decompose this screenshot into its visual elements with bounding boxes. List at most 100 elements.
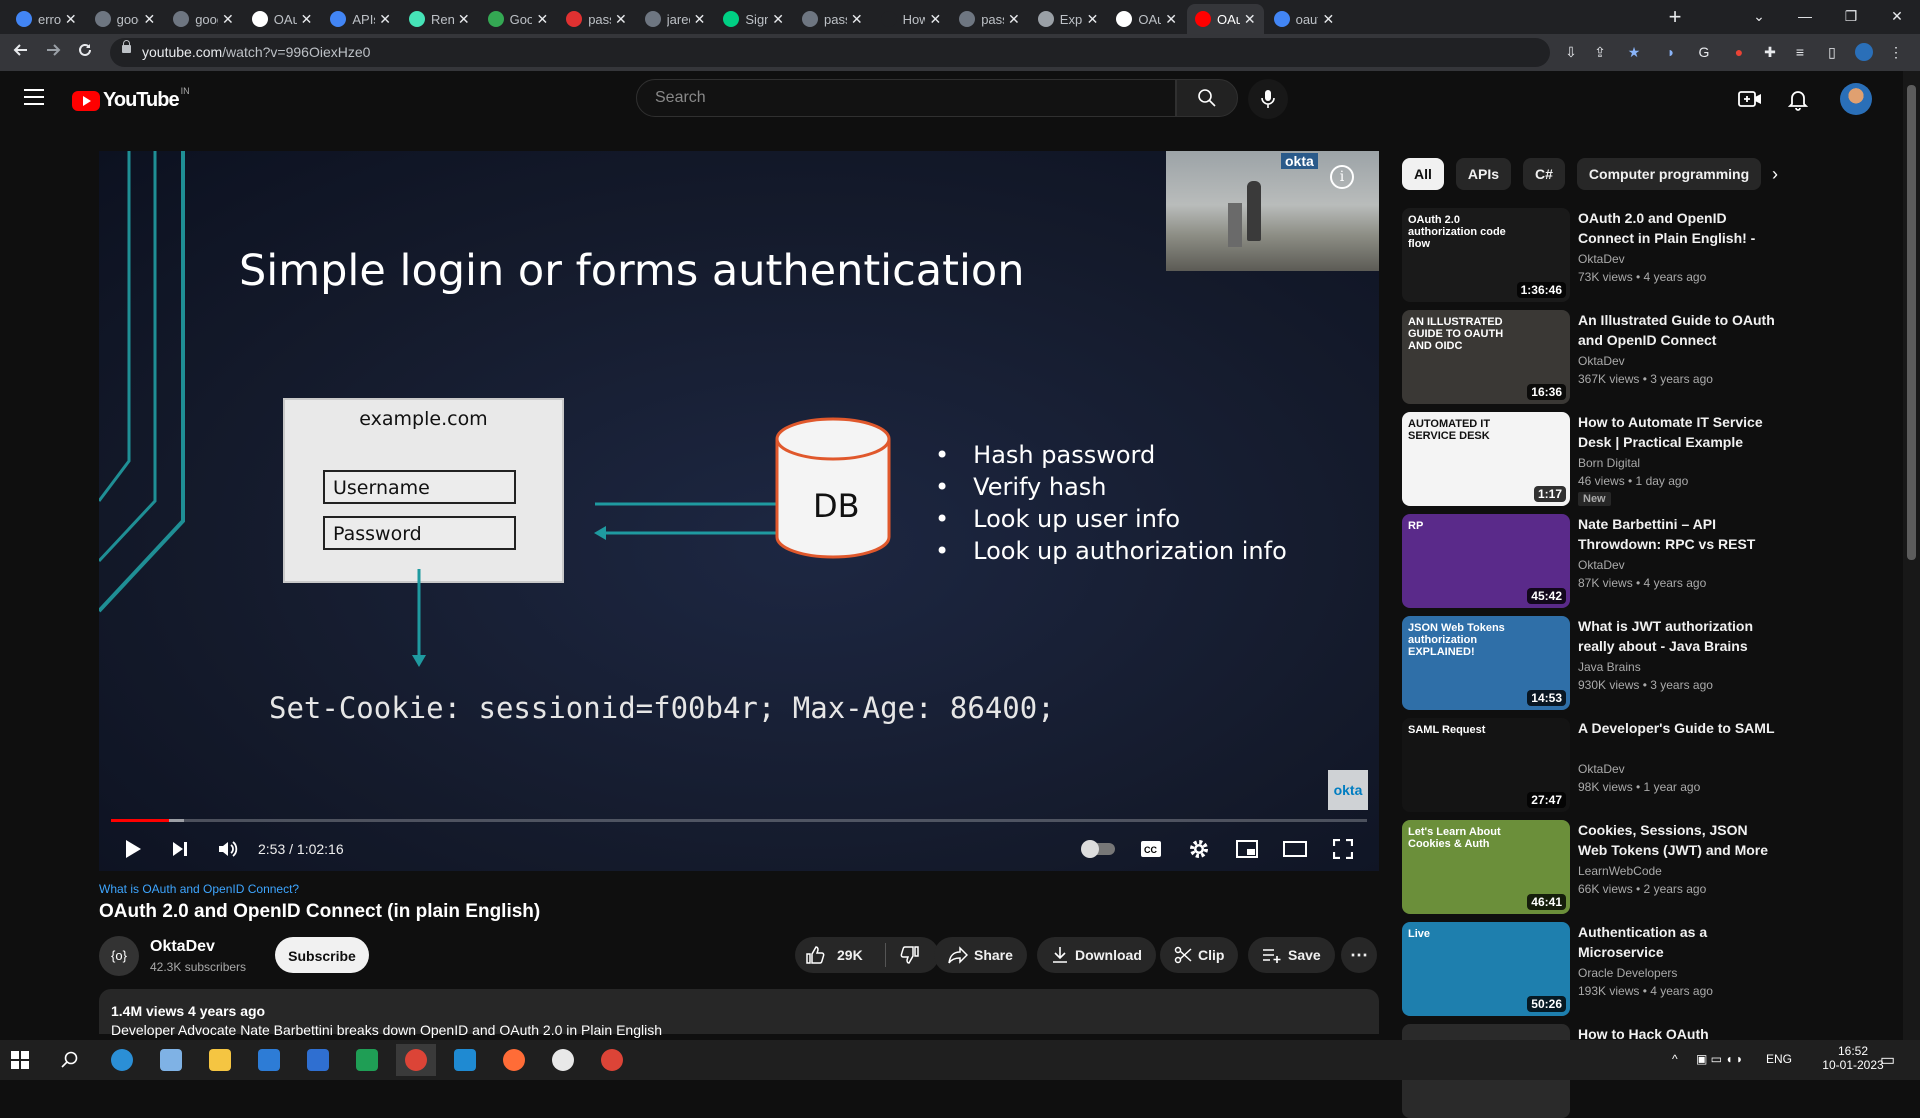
recommendation-item[interactable]: JSON Web Tokens authorization EXPLAINED!… [1402, 616, 1872, 710]
tab-close-icon[interactable]: ✕ [1087, 11, 1099, 28]
recommendation-channel[interactable]: OktaDev [1578, 762, 1625, 776]
next-button[interactable] [162, 831, 198, 867]
taskbar-app-postman[interactable] [494, 1044, 534, 1076]
tab-close-icon[interactable]: ✕ [65, 11, 77, 28]
tab-close-icon[interactable]: ✕ [301, 11, 313, 28]
grammarly-icon[interactable]: G [1695, 43, 1713, 61]
channel-name[interactable]: OktaDev [150, 938, 215, 956]
clock[interactable]: 16:52 10-01-2023 [1818, 1044, 1888, 1072]
install-icon[interactable]: ⇩ [1562, 43, 1580, 61]
extension-icon[interactable]: ◗ [1662, 43, 1680, 61]
video-thumbnail[interactable]: SAML Request 27:47 [1402, 718, 1570, 812]
tray-chevron-icon[interactable]: ^ [1672, 1052, 1678, 1066]
browser-tab[interactable]: OAuth✕ [1187, 4, 1264, 34]
settings-button[interactable] [1179, 831, 1219, 867]
language-indicator[interactable]: ENG [1766, 1052, 1792, 1066]
chip-computer-programming[interactable]: Computer programming [1576, 158, 1762, 190]
fullscreen-button[interactable] [1323, 831, 1363, 867]
browser-tab[interactable]: OAuth✕ [244, 4, 321, 34]
recommendation-item[interactable]: Let's Learn About Cookies & Auth 46:41 Coo… [1402, 820, 1872, 914]
browser-tab[interactable]: jaredh✕ [637, 4, 714, 34]
recommendation-item[interactable]: Live 50:26 Authentication as a Microservic… [1402, 922, 1872, 1016]
progress-bar[interactable] [111, 819, 1367, 822]
browser-tab[interactable]: oauth✕ [1266, 4, 1343, 34]
play-button[interactable] [115, 831, 151, 867]
taskbar-app-mongodb[interactable] [543, 1044, 583, 1076]
browser-tab[interactable]: APIs &✕ [322, 4, 399, 34]
chip-csharp[interactable]: C# [1523, 158, 1565, 190]
tab-close-icon[interactable]: ✕ [1322, 11, 1334, 28]
taskbar-app-vscode[interactable] [445, 1044, 485, 1076]
video-thumbnail[interactable]: AN ILLUSTRATED GUIDE TO OAUTH AND OIDC 16… [1402, 310, 1570, 404]
youtube-logo[interactable]: YouTube IN [72, 86, 190, 112]
voice-search-button[interactable] [1248, 79, 1288, 119]
media-icon[interactable]: ≡ [1791, 43, 1809, 61]
tab-close-icon[interactable]: ✕ [615, 11, 627, 28]
minimize-button[interactable]: — [1782, 0, 1828, 34]
browser-tab[interactable]: passp✕ [558, 4, 635, 34]
video-thumbnail[interactable]: AUTOMATED IT SERVICE DESK 1:17 [1402, 412, 1570, 506]
recommendation-item[interactable]: SAML Request 27:47 A Developer's Guide to … [1402, 718, 1872, 812]
close-window-button[interactable]: ✕ [1874, 0, 1920, 34]
tab-close-icon[interactable]: ✕ [851, 11, 863, 28]
download-button[interactable]: Download [1037, 937, 1156, 973]
forward-button[interactable] [40, 40, 66, 66]
tab-close-icon[interactable]: ✕ [772, 11, 784, 28]
info-icon[interactable]: i [1330, 165, 1354, 189]
tab-close-icon[interactable]: ✕ [1244, 11, 1256, 28]
video-thumbnail[interactable]: Live 50:26 [1402, 922, 1570, 1016]
video-thumbnail[interactable]: Let's Learn About Cookies & Auth 46:41 [1402, 820, 1570, 914]
chevron-right-icon[interactable]: › [1772, 164, 1778, 185]
taskbar-app-notepad[interactable] [151, 1044, 191, 1076]
share-icon[interactable]: ⇪ [1591, 43, 1609, 61]
miniplayer-button[interactable] [1227, 831, 1267, 867]
recommendation-item[interactable]: OAuth 2.0 authorization code flow 1:36:46… [1402, 208, 1872, 302]
browser-tab[interactable]: passp✕ [794, 4, 871, 34]
recommendation-channel[interactable]: OktaDev [1578, 252, 1625, 266]
recommendation-item[interactable]: RP 45:42 Nate Barbettini – API Throwdown: … [1402, 514, 1872, 608]
start-button[interactable] [0, 1044, 40, 1076]
more-actions-button[interactable]: ⋯ [1341, 937, 1377, 973]
restore-button[interactable]: ❐ [1828, 0, 1874, 34]
browser-tab[interactable]: error i✕ [8, 4, 85, 34]
address-bar[interactable]: youtube.com/watch?v=996OiexHze0 [110, 38, 1550, 67]
share-button[interactable]: Share [934, 937, 1027, 973]
taskbar-app-chrome[interactable] [396, 1044, 436, 1076]
new-tab-button[interactable]: + [1661, 4, 1689, 32]
taskbar-app-edge[interactable] [102, 1044, 142, 1076]
taskbar-app-mail[interactable] [298, 1044, 338, 1076]
recommendation-channel[interactable]: LearnWebCode [1578, 864, 1662, 878]
hamburger-menu-icon[interactable] [24, 89, 44, 105]
puzzle-icon[interactable]: ✚ [1761, 43, 1779, 61]
clip-button[interactable]: Clip [1160, 937, 1239, 973]
search-input[interactable] [653, 88, 1157, 108]
browser-tab[interactable]: Rende✕ [401, 4, 478, 34]
create-video-icon[interactable] [1736, 85, 1764, 113]
tab-close-icon[interactable]: ✕ [222, 11, 234, 28]
browser-tab[interactable]: passp✕ [951, 4, 1028, 34]
recommendation-channel[interactable]: Oracle Developers [1578, 966, 1677, 980]
tab-close-icon[interactable]: ✕ [379, 11, 391, 28]
dislike-button[interactable] [886, 945, 939, 965]
notifications-bell-icon[interactable] [1784, 85, 1812, 113]
tab-close-icon[interactable]: ✕ [1008, 11, 1020, 28]
tab-search-button[interactable]: ⌄ [1736, 0, 1782, 34]
back-button[interactable] [8, 40, 34, 66]
tab-close-icon[interactable]: ✕ [1165, 11, 1177, 28]
browser-tab[interactable]: Googl✕ [480, 4, 557, 34]
like-button[interactable]: 29K [795, 945, 885, 965]
recommendation-channel[interactable]: OktaDev [1578, 354, 1625, 368]
menu-icon[interactable]: ⋮ [1887, 43, 1905, 61]
video-thumbnail[interactable]: JSON Web Tokens authorization EXPLAINED!… [1402, 616, 1570, 710]
theater-mode-button[interactable] [1275, 831, 1315, 867]
browser-tab[interactable]: Sign In✕ [715, 4, 792, 34]
subscribe-button[interactable]: Subscribe [275, 937, 369, 973]
browser-tab[interactable]: OAuth✕ [1108, 4, 1185, 34]
autoplay-toggle[interactable] [1079, 831, 1119, 867]
side-panel-icon[interactable]: ▯ [1823, 43, 1841, 61]
scrollbar-thumb[interactable] [1907, 85, 1916, 560]
video-thumbnail[interactable]: OAuth 2.0 authorization code flow 1:36:46 [1402, 208, 1570, 302]
taskbar-app-explorer[interactable] [200, 1044, 240, 1076]
tab-close-icon[interactable]: ✕ [929, 11, 941, 28]
recommendation-channel[interactable]: OktaDev [1578, 558, 1625, 572]
